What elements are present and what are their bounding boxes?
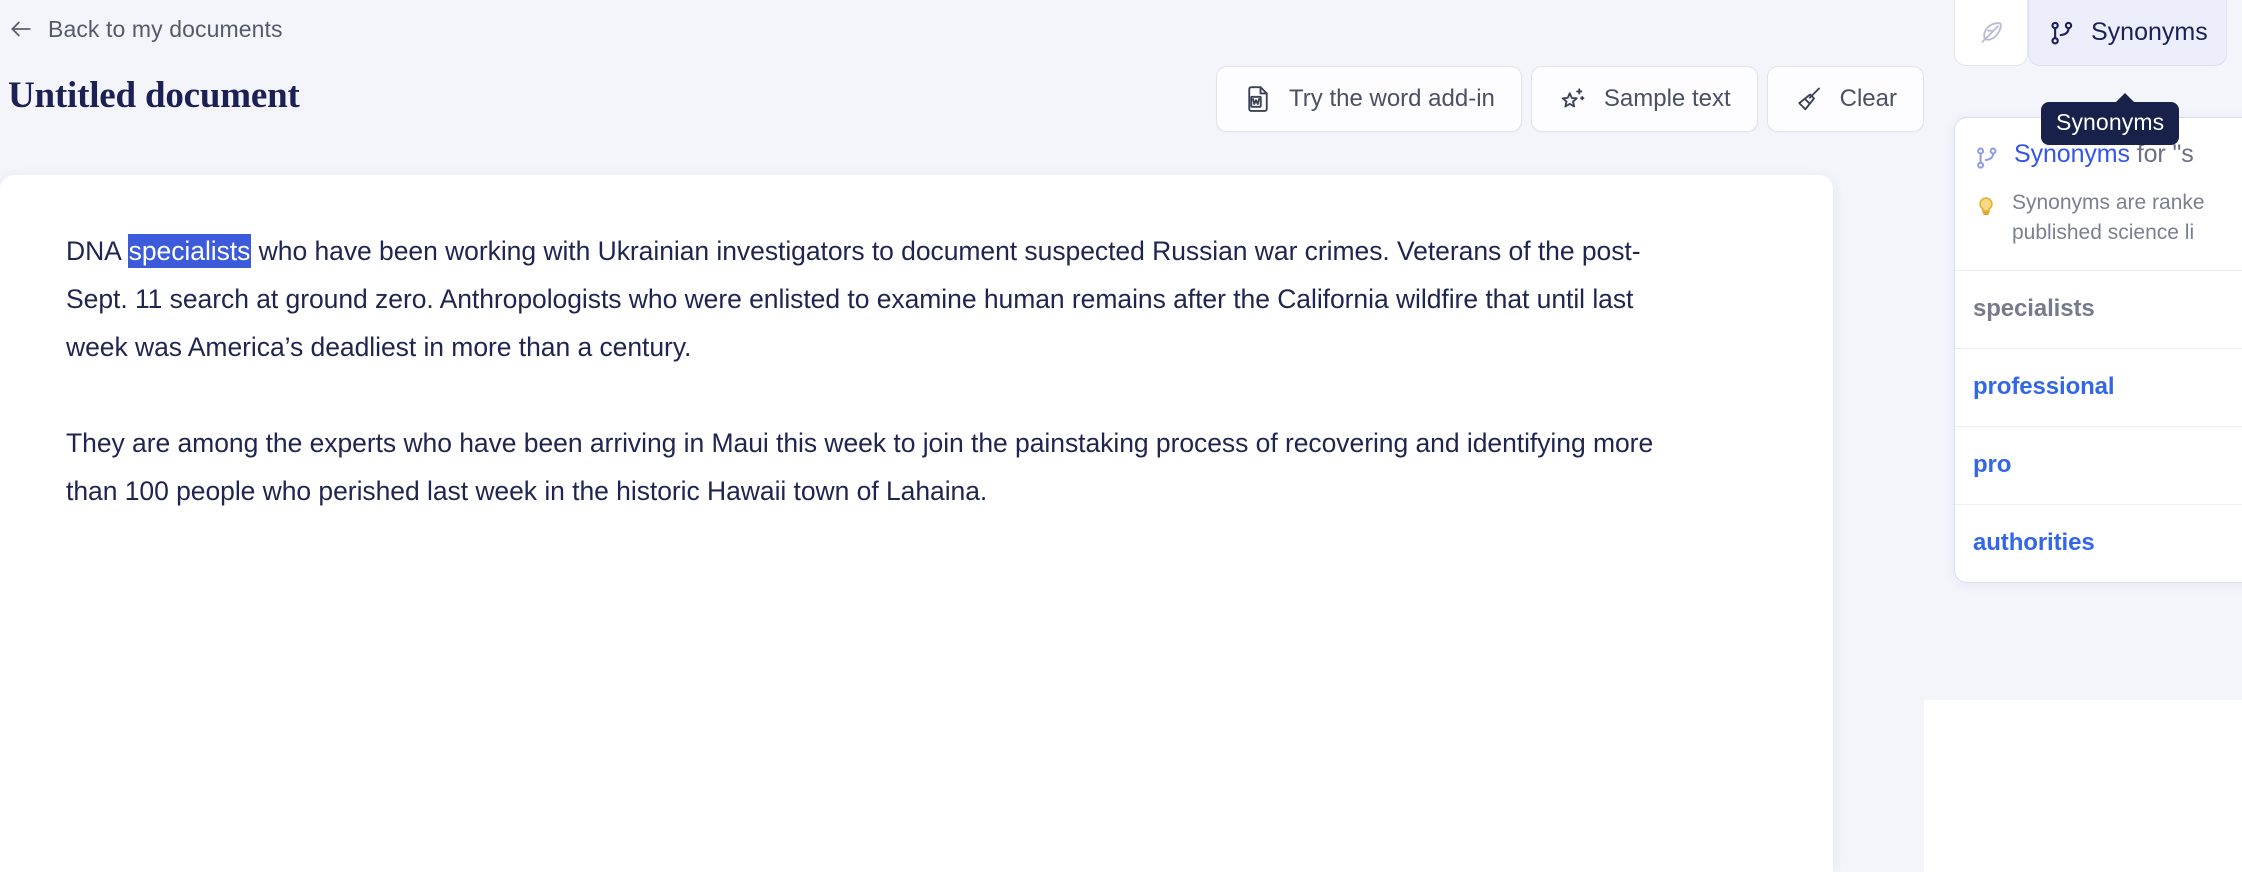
editor-column: Back to my documents Untitled document T…: [0, 0, 1924, 872]
text-run: DNA: [66, 236, 128, 266]
tab-synonyms-label: Synonyms: [2091, 18, 2208, 46]
sparkle-star-icon: [1558, 84, 1588, 114]
hint-line-1: Synonyms are ranke: [2012, 191, 2205, 214]
tab-paraphraser[interactable]: [1954, 0, 2028, 66]
git-branch-icon: [1973, 144, 2001, 172]
broom-icon: [1794, 84, 1824, 114]
sample-text-button[interactable]: Sample text: [1530, 66, 1758, 132]
synonyms-tooltip: Synonyms: [2041, 93, 2180, 145]
git-branch-icon: [2047, 18, 2077, 48]
synonym-item[interactable]: authorities: [1955, 504, 2242, 582]
synonyms-hint-text: Synonyms are ranke published science li: [2012, 188, 2205, 248]
try-word-add-in-label: Try the word add-in: [1289, 85, 1495, 112]
word-document-icon: [1243, 84, 1273, 114]
document-header-row: Untitled document Try the word add-in Sa…: [0, 58, 1924, 148]
selected-word[interactable]: specialists: [127, 234, 252, 268]
text-run: They are among the experts who have been…: [66, 428, 1654, 506]
paragraph-2: They are among the experts who have been…: [66, 419, 1686, 515]
side-panel-column: Synonyms Synonyms Synonyms for "s Synony…: [1924, 0, 2242, 872]
side-panel-tabs: Synonyms: [1954, 0, 2227, 66]
synonym-item-current[interactable]: specialists: [1955, 270, 2242, 348]
document-sheet: DNA specialists who have been working wi…: [0, 175, 1833, 872]
back-to-documents-link[interactable]: Back to my documents: [8, 12, 283, 46]
document-text-area[interactable]: DNA specialists who have been working wi…: [66, 227, 1773, 515]
lightbulb-icon: [1973, 191, 1999, 217]
sample-text-label: Sample text: [1603, 85, 1731, 112]
hint-line-2: published science li: [2012, 221, 2195, 244]
synonym-item[interactable]: pro: [1955, 426, 2242, 504]
back-link-label: Back to my documents: [48, 15, 283, 42]
clear-label: Clear: [1839, 85, 1897, 112]
synonyms-hint: Synonyms are ranke published science li: [1955, 172, 2242, 270]
tab-synonyms[interactable]: Synonyms: [2028, 0, 2227, 66]
clear-button[interactable]: Clear: [1766, 66, 1924, 132]
paragraph-1: DNA specialists who have been working wi…: [66, 227, 1686, 371]
try-word-add-in-button[interactable]: Try the word add-in: [1216, 66, 1522, 132]
editor-toolbar: Try the word add-in Sample text Clear: [1216, 66, 1924, 132]
arrow-left-icon: [8, 16, 34, 42]
text-run: who have been working with Ukrainian inv…: [66, 236, 1641, 362]
synonyms-panel: Synonyms for "s Synonyms are ranke publi…: [1954, 117, 2242, 583]
feather-pen-icon: [1976, 18, 2006, 48]
synonym-item[interactable]: professional: [1955, 348, 2242, 426]
page-title: Untitled document: [8, 75, 300, 116]
